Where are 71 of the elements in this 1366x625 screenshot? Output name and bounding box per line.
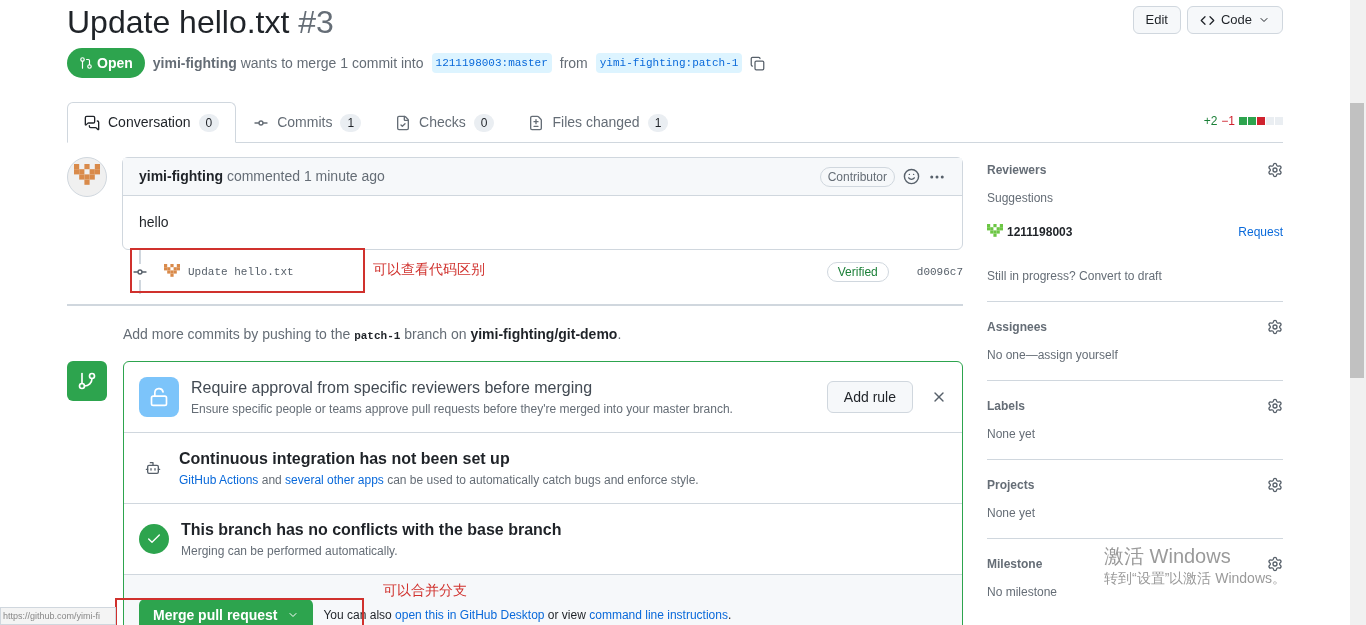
scrollbar[interactable] xyxy=(1350,0,1366,625)
cli-link[interactable]: command line instructions xyxy=(589,608,728,622)
copy-icon[interactable] xyxy=(750,55,766,71)
apps-link[interactable]: several other apps xyxy=(285,473,384,487)
head-branch[interactable]: yimi-fighting:patch-1 xyxy=(595,52,743,74)
comment-header-text: yimi-fighting commented 1 minute ago xyxy=(139,167,385,186)
desktop-link[interactable]: open this in GitHub Desktop xyxy=(395,608,545,622)
status-description: Ensure specific people or teams approve pull requests before they're merged into your master branch. xyxy=(191,401,734,418)
tab-icon xyxy=(84,114,100,131)
status-title: This branch has no conflicts with the base branch xyxy=(181,520,563,540)
robot-icon xyxy=(145,460,161,476)
sidebar-heading: Assignees xyxy=(987,319,1048,336)
actions-link[interactable]: GitHub Actions xyxy=(179,473,259,487)
merge-description: yimi-fighting wants to merge 1 commit into xyxy=(152,53,424,73)
sidebar-note: No milestone xyxy=(987,584,1059,601)
add-rule-button[interactable]: Add rule xyxy=(826,381,913,413)
diffstat-bar xyxy=(1239,117,1283,125)
sidebar-heading: Reviewers xyxy=(987,162,1047,179)
tab[interactable]: Conversation 0 xyxy=(67,102,237,143)
status-url: https://github.com/yimi-fi xyxy=(0,607,116,625)
open-status-badge: Open xyxy=(67,48,145,78)
settings-icon[interactable] xyxy=(1267,398,1283,414)
from-text: from xyxy=(559,53,588,73)
tab-counter: 1 xyxy=(340,113,362,132)
commit-sha[interactable]: d0096c7 xyxy=(916,263,963,281)
sidebar-label: Suggestions xyxy=(987,190,1055,207)
push-hint: Add more commits by pushing to the patch-1 branch on yimi-fighting/git-demo. xyxy=(123,325,623,344)
settings-icon[interactable] xyxy=(1267,162,1283,178)
settings-icon[interactable] xyxy=(1267,319,1283,335)
tab[interactable]: Files changed 1 xyxy=(511,102,686,143)
sidebar-note: None yet xyxy=(987,426,1037,443)
code-button[interactable]: Code xyxy=(1186,6,1283,34)
emoji-icon[interactable] xyxy=(903,168,920,185)
commit-message[interactable]: Update hello.txt xyxy=(188,263,294,281)
request-link[interactable]: Request xyxy=(1238,223,1283,241)
status-title: Continuous integration has not been set up xyxy=(179,449,511,469)
settings-icon[interactable] xyxy=(1267,477,1283,493)
reviewer-avatar xyxy=(987,224,1003,240)
settings-icon[interactable] xyxy=(1267,556,1283,572)
status-description: Merging can be performed automatically. xyxy=(181,543,399,560)
tab-icon xyxy=(528,114,545,131)
tab[interactable]: Checks 0 xyxy=(378,102,512,143)
pr-title: Update hello.txt xyxy=(67,4,290,40)
sidebar-heading: Milestone xyxy=(987,556,1043,573)
sidebar-heading: Labels xyxy=(987,398,1025,415)
sidebar-note: Still in progress? Convert to draft xyxy=(987,268,1163,285)
status-description: GitHub Actions and several other apps can be used to automatically catch bugs and enforce style. xyxy=(179,472,700,489)
pull-request-icon xyxy=(79,56,93,70)
tab-icon xyxy=(395,114,412,131)
status-title: Require approval from specific reviewers before merging xyxy=(191,378,594,398)
sidebar-heading: Projects xyxy=(987,477,1035,494)
commit-author-identicon xyxy=(164,264,180,280)
annotation-text: 可以查看代码区别 xyxy=(373,260,485,279)
annotation-text: 可以合并分支 xyxy=(383,581,467,600)
additions-count: +2 xyxy=(1203,113,1218,130)
base-branch[interactable]: 1211198003:master xyxy=(431,52,552,74)
tab-counter: 1 xyxy=(647,113,669,132)
pr-number: #3 xyxy=(298,4,334,40)
activation-title: 激活 Windows xyxy=(1104,544,1231,568)
comment-body: hello xyxy=(138,213,170,232)
sidebar-note: No one—assign yourself xyxy=(987,347,1119,364)
edit-button[interactable]: Edit xyxy=(1132,6,1181,34)
branch-icon xyxy=(77,371,97,391)
reviewer-name[interactable]: 1211198003 xyxy=(1007,223,1073,241)
tab-counter: 0 xyxy=(198,113,220,132)
tab-counter: 0 xyxy=(473,113,495,132)
sidebar-note: None yet xyxy=(987,505,1037,522)
tab[interactable]: Commits 1 xyxy=(236,102,379,143)
activation-text: 转到“设置”以激活 Windows。 xyxy=(1104,569,1286,588)
deletions-count: −1 xyxy=(1221,113,1235,130)
lock-icon xyxy=(149,387,169,407)
